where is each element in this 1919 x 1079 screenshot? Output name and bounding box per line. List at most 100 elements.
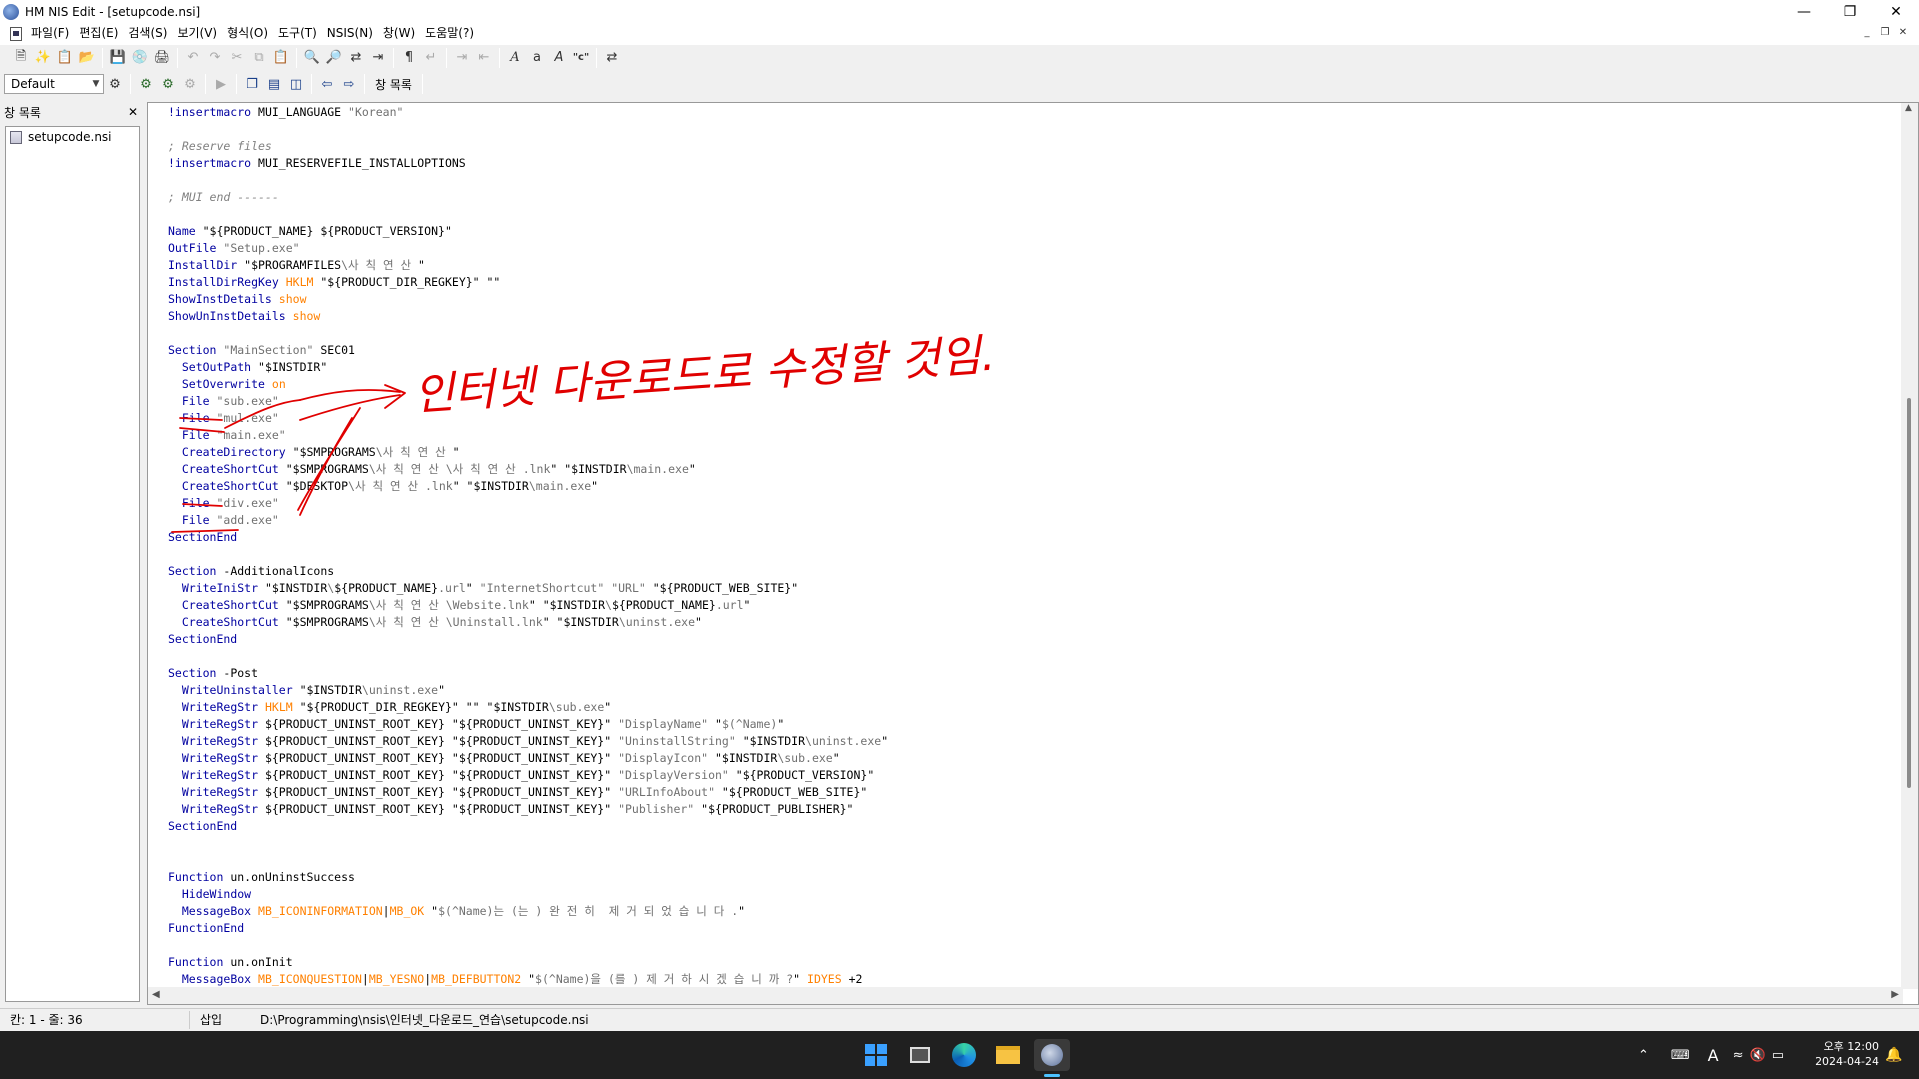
options-icon[interactable]: ⇄ bbox=[601, 47, 623, 69]
code-line[interactable]: CreateShortCut "$DESKTOP\사 칙 연 산 .lnk" "… bbox=[168, 478, 888, 495]
new-file-icon[interactable]: 🗎 bbox=[10, 47, 32, 69]
code-line[interactable]: Name "${PRODUCT_NAME} ${PRODUCT_VERSION}… bbox=[168, 223, 888, 240]
menu-format[interactable]: 형식(O) bbox=[222, 23, 273, 44]
menu-window[interactable]: 창(W) bbox=[378, 23, 420, 44]
config-combo[interactable]: Default ▼ bbox=[4, 74, 104, 94]
restore-button[interactable]: ❐ bbox=[1827, 0, 1873, 23]
horizontal-scrollbar[interactable]: ◀ ▶ bbox=[148, 987, 1903, 1004]
code-line[interactable]: Section -Post bbox=[168, 665, 888, 682]
code-line[interactable]: !insertmacro MUI_LANGUAGE "Korean" bbox=[168, 104, 888, 121]
code-line[interactable] bbox=[168, 648, 888, 665]
code-line[interactable]: SectionEnd bbox=[168, 529, 888, 546]
menu-edit[interactable]: 편집(E) bbox=[74, 23, 123, 44]
volume-muted-icon[interactable]: 🔇 bbox=[1750, 1048, 1766, 1063]
compile-icon[interactable]: ⚙ bbox=[135, 73, 157, 95]
chevron-up-icon[interactable]: ⌃ bbox=[1638, 1048, 1649, 1063]
code-line[interactable]: InstallDirRegKey HKLM "${PRODUCT_DIR_REG… bbox=[168, 274, 888, 291]
code-line[interactable]: WriteRegStr ${PRODUCT_UNINST_ROOT_KEY} "… bbox=[168, 716, 888, 733]
quote-icon[interactable]: "c" bbox=[570, 47, 592, 69]
find-icon[interactable]: 🔍 bbox=[301, 47, 323, 69]
close-button[interactable]: ✕ bbox=[1873, 0, 1919, 23]
mdi-close-button[interactable]: ✕ bbox=[1895, 26, 1911, 40]
print-icon[interactable]: 🖨 bbox=[151, 47, 173, 69]
previous-window-icon[interactable]: ⇦ bbox=[316, 73, 338, 95]
code-line[interactable]: HideWindow bbox=[168, 886, 888, 903]
mdi-minimize-button[interactable]: _ bbox=[1859, 26, 1875, 40]
keyboard-icon[interactable]: ⌨ bbox=[1671, 1048, 1690, 1063]
code-line[interactable]: SectionEnd bbox=[168, 631, 888, 648]
edit-config-icon[interactable]: ⚙ bbox=[104, 73, 126, 95]
code-line[interactable]: ShowUnInstDetails show bbox=[168, 308, 888, 325]
code-line[interactable] bbox=[168, 852, 888, 869]
code-line[interactable] bbox=[168, 121, 888, 138]
paste-icon[interactable]: 📋 bbox=[270, 47, 292, 69]
file-explorer-icon[interactable] bbox=[992, 1039, 1024, 1071]
chevron-down-icon[interactable]: ▼ bbox=[89, 75, 103, 93]
code-line[interactable]: OutFile "Setup.exe" bbox=[168, 240, 888, 257]
next-window-icon[interactable]: ⇨ bbox=[338, 73, 360, 95]
code-line[interactable]: CreateShortCut "$SMPROGRAMS\사 칙 연 산 \Web… bbox=[168, 597, 888, 614]
menu-file[interactable]: 파일(F) bbox=[26, 23, 74, 44]
code-line[interactable]: WriteUninstaller "$INSTDIR\uninst.exe" bbox=[168, 682, 888, 699]
code-line[interactable]: Section "MainSection" SEC01 bbox=[168, 342, 888, 359]
code-line[interactable]: ; MUI end ------ bbox=[168, 189, 888, 206]
code-line[interactable]: File "div.exe" bbox=[168, 495, 888, 512]
vertical-scrollbar[interactable]: ▲ bbox=[1901, 103, 1918, 989]
vertical-scroll-thumb[interactable] bbox=[1907, 398, 1911, 788]
menu-tools[interactable]: 도구(T) bbox=[273, 23, 322, 44]
replace-icon[interactable]: ⇄ bbox=[345, 47, 367, 69]
notification-bell-icon[interactable]: 🔔 bbox=[1878, 1039, 1910, 1071]
code-line[interactable]: ; Reserve files bbox=[168, 138, 888, 155]
code-line[interactable]: WriteRegStr ${PRODUCT_UNINST_ROOT_KEY} "… bbox=[168, 750, 888, 767]
code-line[interactable]: Function un.onInit bbox=[168, 954, 888, 971]
code-line[interactable]: WriteRegStr ${PRODUCT_UNINST_ROOT_KEY} "… bbox=[168, 784, 888, 801]
edge-browser-icon[interactable] bbox=[948, 1039, 980, 1071]
run-icon[interactable]: ▶ bbox=[210, 73, 232, 95]
code-line[interactable]: File "add.exe" bbox=[168, 512, 888, 529]
scroll-right-icon[interactable]: ▶ bbox=[1891, 989, 1899, 1000]
close-icon[interactable]: ✕ bbox=[128, 105, 138, 119]
menu-search[interactable]: 검색(S) bbox=[123, 23, 172, 44]
new-wizard-icon[interactable]: ✨ bbox=[32, 47, 54, 69]
word-wrap-icon[interactable]: ↵ bbox=[420, 47, 442, 69]
ime-icon[interactable]: A bbox=[1708, 1046, 1719, 1065]
code-line[interactable]: WriteRegStr ${PRODUCT_UNINST_ROOT_KEY} "… bbox=[168, 801, 888, 818]
code-line[interactable]: CreateDirectory "$SMPROGRAMS\사 칙 연 산 " bbox=[168, 444, 888, 461]
start-menu-icon[interactable] bbox=[860, 1039, 892, 1071]
redo-icon[interactable]: ↷ bbox=[204, 47, 226, 69]
code-line[interactable]: WriteRegStr ${PRODUCT_UNINST_ROOT_KEY} "… bbox=[168, 767, 888, 784]
code-line[interactable]: ShowInstDetails show bbox=[168, 291, 888, 308]
indent-icon[interactable]: ⇥ bbox=[451, 47, 473, 69]
menu-view[interactable]: 보기(V) bbox=[172, 23, 222, 44]
wifi-icon[interactable]: ≈ bbox=[1733, 1048, 1744, 1063]
lowercase-icon[interactable]: a bbox=[526, 47, 548, 69]
scroll-left-icon[interactable]: ◀ bbox=[152, 989, 160, 1000]
code-line[interactable] bbox=[168, 546, 888, 563]
save-all-icon[interactable]: 💿 bbox=[129, 47, 151, 69]
nis-edit-taskbar-icon[interactable] bbox=[1034, 1039, 1070, 1077]
code-line[interactable]: SetOverwrite on bbox=[168, 376, 888, 393]
document-icon[interactable] bbox=[10, 26, 22, 41]
minimize-button[interactable]: — bbox=[1781, 0, 1827, 23]
code-line[interactable]: WriteIniStr "$INSTDIR\${PRODUCT_NAME}.ur… bbox=[168, 580, 888, 597]
task-view-icon[interactable] bbox=[904, 1039, 936, 1071]
tile-horizontal-icon[interactable]: ▤ bbox=[263, 73, 285, 95]
code-line[interactable]: MessageBox MB_ICONQUESTION|MB_YESNO|MB_D… bbox=[168, 971, 888, 988]
list-item[interactable]: setupcode.nsi bbox=[6, 127, 139, 147]
code-line[interactable]: CreateShortCut "$SMPROGRAMS\사 칙 연 산 \사 칙… bbox=[168, 461, 888, 478]
code-line[interactable]: WriteRegStr ${PRODUCT_UNINST_ROOT_KEY} "… bbox=[168, 733, 888, 750]
stop-compile-icon[interactable]: ⚙ bbox=[179, 73, 201, 95]
menu-nsis[interactable]: NSIS(N) bbox=[322, 23, 378, 44]
font-size-icon[interactable]: A bbox=[548, 47, 570, 69]
code-line[interactable] bbox=[168, 172, 888, 189]
undo-icon[interactable]: ↶ bbox=[182, 47, 204, 69]
menu-help[interactable]: 도움말(?) bbox=[420, 23, 479, 44]
window-list-button[interactable]: 창 목록 bbox=[369, 76, 418, 93]
code-line[interactable]: SetOutPath "$INSTDIR" bbox=[168, 359, 888, 376]
code-line[interactable]: InstallDir "$PROGRAMFILES\사 칙 연 산 " bbox=[168, 257, 888, 274]
code-line[interactable]: Function un.onUninstSuccess bbox=[168, 869, 888, 886]
code-text[interactable]: !insertmacro MUI_LANGUAGE "Korean" ; Res… bbox=[168, 104, 888, 988]
code-line[interactable]: MessageBox MB_ICONINFORMATION|MB_OK "$(^… bbox=[168, 903, 888, 920]
code-line[interactable]: File "mul.exe" bbox=[168, 410, 888, 427]
code-line[interactable]: Section -AdditionalIcons bbox=[168, 563, 888, 580]
